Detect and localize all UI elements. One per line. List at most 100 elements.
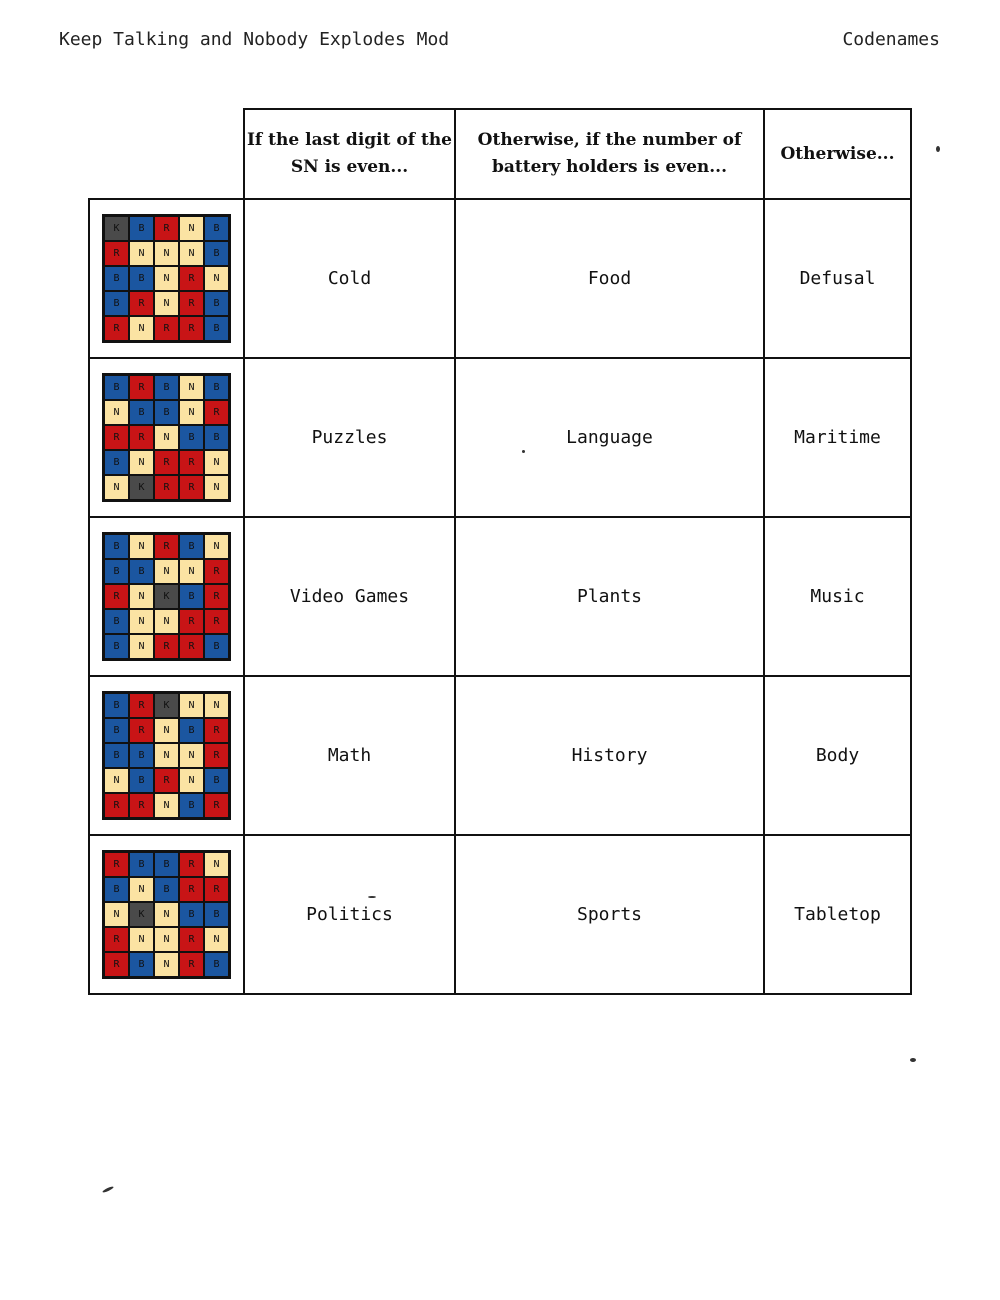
grid-cell-letter: B bbox=[179, 584, 204, 609]
grid-cell-letter: B bbox=[104, 534, 129, 559]
grid-cell-letter: K bbox=[129, 902, 154, 927]
grid-cell-letter: N bbox=[129, 609, 154, 634]
grid-cell-letter: B bbox=[204, 425, 229, 450]
grid-cell-letter: B bbox=[129, 400, 154, 425]
key-grid: BNRBNBBNNRRNKBRBNNRRBNRRB bbox=[102, 532, 231, 661]
grid-cell-letter: K bbox=[129, 475, 154, 500]
word-cell: History bbox=[454, 675, 765, 836]
grid-cell-letter: B bbox=[179, 718, 204, 743]
word-cell: Music bbox=[763, 516, 912, 677]
grid-cell-letter: R bbox=[154, 450, 179, 475]
grid-cell-letter: B bbox=[204, 902, 229, 927]
grid-cell-letter: R bbox=[104, 425, 129, 450]
key-grid-cell: BRBNBNBBNRRRNBBBNRRNNKRRN bbox=[88, 357, 245, 518]
grid-cell-letter: R bbox=[104, 852, 129, 877]
grid-cell-letter: B bbox=[104, 450, 129, 475]
grid-cell-letter: B bbox=[129, 743, 154, 768]
grid-cell-letter: B bbox=[104, 266, 129, 291]
grid-cell-letter: N bbox=[154, 241, 179, 266]
grid-cell-letter: R bbox=[154, 768, 179, 793]
grid-cell-letter: B bbox=[204, 241, 229, 266]
grid-cell-letter: N bbox=[104, 475, 129, 500]
grid-cell-letter: N bbox=[129, 877, 154, 902]
empty-corner-cell bbox=[89, 109, 244, 199]
grid-cell-letter: R bbox=[129, 718, 154, 743]
word-cell: Sports bbox=[454, 834, 765, 995]
paper-speck-decoration bbox=[522, 450, 525, 453]
grid-cell-letter: R bbox=[179, 450, 204, 475]
grid-cell-letter: N bbox=[204, 475, 229, 500]
grid-cell-letter: B bbox=[104, 743, 129, 768]
grid-cell-letter: R bbox=[179, 316, 204, 341]
grid-cell-letter: N bbox=[104, 400, 129, 425]
grid-cell-letter: B bbox=[179, 793, 204, 818]
grid-cell-letter: B bbox=[154, 400, 179, 425]
grid-cell-letter: B bbox=[204, 291, 229, 316]
grid-cell-letter: N bbox=[129, 927, 154, 952]
grid-cell-letter: R bbox=[129, 793, 154, 818]
grid-cell-letter: B bbox=[204, 375, 229, 400]
grid-cell-letter: R bbox=[179, 852, 204, 877]
key-grid-cell: BRKNNBRNBRBBNNRNBRNBRRNBR bbox=[88, 675, 245, 836]
grid-cell-letter: K bbox=[104, 216, 129, 241]
table-row: KBRNBRNNNBBBNRNBRNRBRNRRB Cold Food Defu… bbox=[88, 198, 912, 359]
grid-cell-letter: B bbox=[129, 266, 154, 291]
word-cell: Language bbox=[454, 357, 765, 518]
grid-cell-letter: R bbox=[104, 952, 129, 977]
grid-cell-letter: N bbox=[204, 450, 229, 475]
grid-cell-letter: B bbox=[104, 693, 129, 718]
grid-cell-letter: B bbox=[179, 534, 204, 559]
grid-cell-letter: R bbox=[204, 718, 229, 743]
grid-cell-letter: B bbox=[204, 768, 229, 793]
grid-cell-letter: R bbox=[204, 877, 229, 902]
grid-cell-letter: B bbox=[104, 375, 129, 400]
grid-cell-letter: B bbox=[204, 316, 229, 341]
grid-cell-letter: N bbox=[154, 291, 179, 316]
grid-cell-letter: R bbox=[179, 952, 204, 977]
grid-cell-letter: N bbox=[154, 718, 179, 743]
grid-cell-letter: N bbox=[179, 559, 204, 584]
word-cell: Video Games bbox=[243, 516, 456, 677]
grid-cell-letter: N bbox=[204, 534, 229, 559]
grid-cell-letter: R bbox=[204, 743, 229, 768]
column-header-battery-holders-even: Otherwise, if the number of battery hold… bbox=[454, 108, 765, 200]
grid-cell-letter: B bbox=[154, 877, 179, 902]
grid-cell-letter: B bbox=[104, 877, 129, 902]
key-grid-cell: RBBRNBNBRRNKNBBRNNRNRBNRB bbox=[88, 834, 245, 995]
key-grid: RBBRNBNBRRNKNBBRNNRNRBNRB bbox=[102, 850, 231, 979]
grid-cell-letter: R bbox=[104, 584, 129, 609]
grid-cell-letter: B bbox=[179, 902, 204, 927]
table-row: BNRBNBBNNRRNKBRBNNRRBNRRB Video Games Pl… bbox=[88, 516, 912, 677]
grid-cell-letter: B bbox=[129, 768, 154, 793]
column-header-otherwise: Otherwise... bbox=[763, 108, 912, 200]
grid-cell-letter: N bbox=[154, 559, 179, 584]
column-header-sn-even: If the last digit of the SN is even... bbox=[243, 108, 456, 200]
page-header-module-name: Codenames bbox=[842, 29, 940, 50]
grid-cell-letter: B bbox=[179, 425, 204, 450]
grid-cell-letter: R bbox=[204, 793, 229, 818]
grid-cell-letter: N bbox=[154, 793, 179, 818]
grid-cell-letter: R bbox=[154, 316, 179, 341]
grid-cell-letter: R bbox=[104, 927, 129, 952]
grid-cell-letter: B bbox=[154, 375, 179, 400]
word-cell: Politics bbox=[243, 834, 456, 995]
grid-cell-letter: K bbox=[154, 693, 179, 718]
grid-cell-letter: N bbox=[179, 216, 204, 241]
grid-cell-letter: N bbox=[129, 534, 154, 559]
grid-cell-letter: B bbox=[204, 952, 229, 977]
paper-speck-decoration bbox=[910, 1058, 916, 1062]
word-cell: Cold bbox=[243, 198, 456, 359]
grid-cell-letter: N bbox=[154, 425, 179, 450]
grid-cell-letter: R bbox=[179, 266, 204, 291]
word-cell: Maritime bbox=[763, 357, 912, 518]
word-cell: Body bbox=[763, 675, 912, 836]
grid-cell-letter: R bbox=[204, 559, 229, 584]
grid-cell-letter: R bbox=[154, 216, 179, 241]
grid-cell-letter: R bbox=[204, 584, 229, 609]
grid-cell-letter: R bbox=[179, 291, 204, 316]
word-cell: Food bbox=[454, 198, 765, 359]
paper-speck-decoration bbox=[101, 1185, 115, 1194]
grid-cell-letter: R bbox=[179, 609, 204, 634]
grid-cell-letter: N bbox=[179, 375, 204, 400]
grid-cell-letter: N bbox=[129, 584, 154, 609]
